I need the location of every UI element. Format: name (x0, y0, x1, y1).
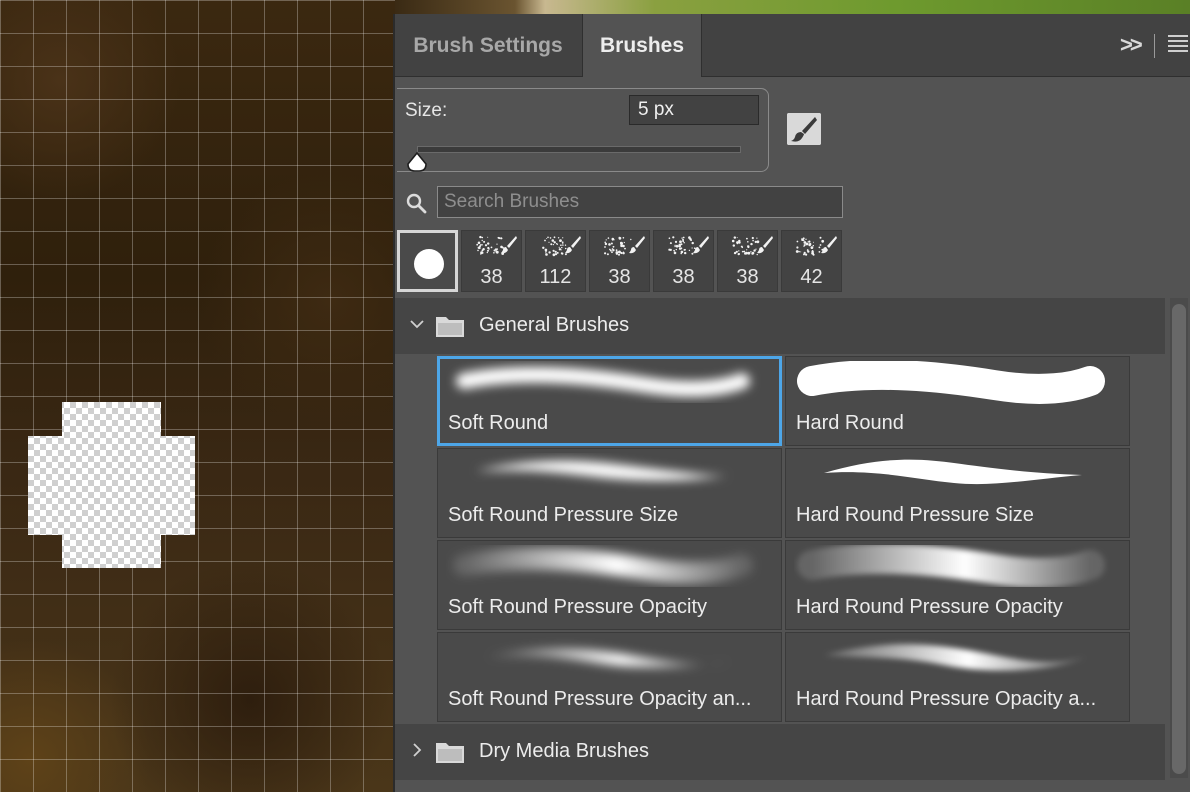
spatter-brush-preview (795, 236, 837, 256)
recent-brush-item[interactable] (397, 230, 458, 292)
brush-tile[interactable]: Soft Round (437, 356, 782, 446)
brush-name: Soft Round Pressure Opacity an... (448, 688, 752, 710)
panel-menu-icon[interactable] (1168, 40, 1188, 42)
scrollbar-thumb[interactable] (1172, 304, 1186, 774)
brush-list-scrollbar[interactable] (1170, 298, 1188, 778)
folder-icon (436, 317, 464, 337)
recent-brush-size: 112 (539, 266, 572, 288)
brush-name: Hard Round Pressure Size (796, 504, 1034, 526)
chevron-right-icon[interactable] (409, 742, 425, 758)
brush-stroke-preview (797, 545, 1105, 588)
search-icon (406, 193, 427, 214)
expand-icon[interactable]: >> (1120, 32, 1143, 58)
size-slider-thumb[interactable] (406, 151, 428, 173)
recent-brush-size: 38 (480, 266, 503, 288)
brush-name: Soft Round Pressure Opacity (448, 596, 708, 618)
recent-brush-item[interactable]: 38 (589, 230, 650, 292)
recent-brush-size: 42 (800, 266, 823, 288)
erased-transparent-area (28, 402, 195, 568)
size-input[interactable] (629, 95, 759, 125)
brush-stroke-preview (476, 460, 731, 481)
recent-brush-size: 38 (736, 266, 759, 288)
brush-stroke-preview (456, 366, 750, 397)
document-canvas[interactable] (0, 0, 395, 792)
recent-brush-item[interactable]: 38 (461, 230, 522, 292)
recent-brush-item[interactable]: 38 (717, 230, 778, 292)
recent-brush-item[interactable]: 42 (781, 230, 842, 292)
brush-stroke-preview (486, 648, 731, 668)
brush-name: Soft Round Pressure Size (448, 504, 679, 526)
spatter-brush-preview (668, 236, 709, 255)
size-slider-track[interactable] (417, 146, 741, 153)
recent-brush-item[interactable]: 112 (525, 230, 586, 292)
brush-tool-icon[interactable] (787, 113, 821, 145)
tab-brush-settings[interactable]: Brush Settings (395, 14, 581, 76)
brush-stroke-preview (453, 547, 753, 584)
folder-icon (436, 743, 464, 763)
group-name: General Brushes (479, 314, 630, 336)
spatter-brush-preview (542, 236, 581, 257)
size-label: Size: (405, 100, 448, 121)
brush-tile[interactable]: Hard Round (785, 356, 1130, 446)
brush-tile[interactable]: Hard Round Pressure Opacity (785, 540, 1130, 630)
search-brushes-input[interactable] (437, 186, 843, 218)
group-dry-media-brushes[interactable]: Dry Media Brushes (395, 724, 1165, 780)
recent-brush-size: 38 (608, 266, 631, 288)
brush-tile[interactable]: Soft Round Pressure Size (437, 448, 782, 538)
tab-brushes[interactable]: Brushes (582, 14, 702, 77)
panel-tab-bar: Brush Settings Brushes >> (395, 14, 1190, 77)
recent-brush-item[interactable]: 38 (653, 230, 714, 292)
spatter-brush-preview (476, 235, 517, 255)
brush-name: Soft Round (448, 412, 549, 434)
tab-bar-icons: >> (1110, 14, 1190, 76)
spatter-brush-preview (731, 236, 773, 256)
brush-name: Hard Round Pressure Opacity (796, 596, 1063, 618)
spatter-brush-preview (604, 236, 645, 256)
round-brush-preview (414, 249, 444, 279)
recent-brush-size: 38 (672, 266, 695, 288)
brush-tile[interactable]: Soft Round Pressure Opacity an... (437, 632, 782, 722)
brush-tile[interactable]: Hard Round Pressure Opacity a... (785, 632, 1130, 722)
brushes-panel: Brush Settings Brushes >> Size: 38112383… (393, 14, 1190, 792)
recent-brushes-strip: 38 112 38 38 38 42 (397, 230, 847, 294)
brush-tile[interactable]: Hard Round Pressure Size (785, 448, 1130, 538)
brush-name: Hard Round Pressure Opacity a... (796, 688, 1097, 710)
canvas-top-strip (395, 0, 1190, 14)
group-name: Dry Media Brushes (479, 740, 650, 762)
brush-tile[interactable]: Soft Round Pressure Opacity (437, 540, 782, 630)
brush-stroke-preview (824, 644, 1086, 671)
tab-separator (1154, 34, 1155, 58)
brush-stroke-preview (797, 361, 1105, 404)
chevron-down-icon[interactable] (409, 316, 425, 332)
brush-name: Hard Round (796, 412, 904, 434)
brush-stroke-preview (824, 459, 1082, 485)
group-general-brushes[interactable]: General Brushes (395, 298, 1165, 354)
